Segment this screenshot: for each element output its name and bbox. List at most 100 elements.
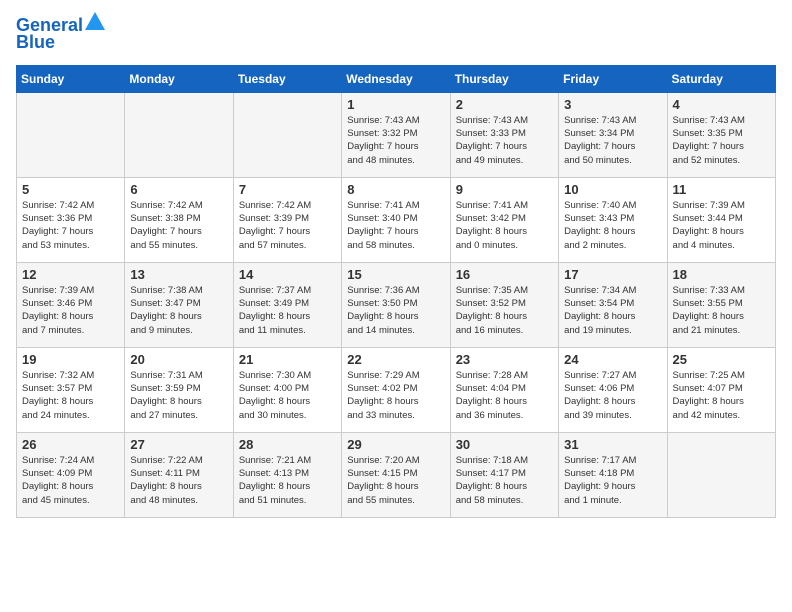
day-info: Sunrise: 7:40 AM Sunset: 3:43 PM Dayligh… <box>564 199 661 252</box>
logo-icon <box>85 12 105 32</box>
day-cell: 5Sunrise: 7:42 AM Sunset: 3:36 PM Daylig… <box>17 177 125 262</box>
day-number: 31 <box>564 437 661 452</box>
day-info: Sunrise: 7:29 AM Sunset: 4:02 PM Dayligh… <box>347 369 444 422</box>
day-cell: 4 Sunrise: 7:43 AM Sunset: 3:35 PM Daylig… <box>667 92 775 177</box>
day-number: 1 <box>347 97 444 112</box>
day-number: 7 <box>239 182 336 197</box>
calendar-table: SundayMondayTuesdayWednesdayThursdayFrid… <box>16 65 776 518</box>
header-saturday: Saturday <box>667 65 775 92</box>
day-info: Sunrise: 7:28 AM Sunset: 4:04 PM Dayligh… <box>456 369 553 422</box>
day-number: 20 <box>130 352 227 367</box>
page-header: General Blue <box>16 16 776 53</box>
day-cell <box>17 92 125 177</box>
calendar-header-row: SundayMondayTuesdayWednesdayThursdayFrid… <box>17 65 776 92</box>
day-number: 29 <box>347 437 444 452</box>
day-number: 26 <box>22 437 119 452</box>
day-info: Sunrise: 7:24 AM Sunset: 4:09 PM Dayligh… <box>22 454 119 507</box>
week-row-2: 12 Sunrise: 7:39 AM Sunset: 3:46 PM Dayli… <box>17 262 776 347</box>
day-info: Sunrise: 7:42 AM Sunset: 3:39 PM Dayligh… <box>239 199 336 252</box>
day-cell: 21 Sunrise: 7:30 AM Sunset: 4:00 PM Dayli… <box>233 347 341 432</box>
day-number: 18 <box>673 267 770 282</box>
day-info: Sunrise: 7:22 AM Sunset: 4:11 PM Dayligh… <box>130 454 227 507</box>
day-info: Sunrise: 7:37 AM Sunset: 3:49 PM Dayligh… <box>239 284 336 337</box>
day-info: Sunrise: 7:17 AM Sunset: 4:18 PM Dayligh… <box>564 454 661 507</box>
day-number: 30 <box>456 437 553 452</box>
header-sunday: Sunday <box>17 65 125 92</box>
day-number: 16 <box>456 267 553 282</box>
day-number: 12 <box>22 267 119 282</box>
day-number: 21 <box>239 352 336 367</box>
header-friday: Friday <box>559 65 667 92</box>
day-info: Sunrise: 7:39 AM Sunset: 3:46 PM Dayligh… <box>22 284 119 337</box>
day-cell: 22Sunrise: 7:29 AM Sunset: 4:02 PM Dayli… <box>342 347 450 432</box>
day-cell: 18 Sunrise: 7:33 AM Sunset: 3:55 PM Dayli… <box>667 262 775 347</box>
day-cell: 12 Sunrise: 7:39 AM Sunset: 3:46 PM Dayli… <box>17 262 125 347</box>
week-row-1: 5Sunrise: 7:42 AM Sunset: 3:36 PM Daylig… <box>17 177 776 262</box>
day-info: Sunrise: 7:38 AM Sunset: 3:47 PM Dayligh… <box>130 284 227 337</box>
day-cell: 6 Sunrise: 7:42 AM Sunset: 3:38 PM Daylig… <box>125 177 233 262</box>
day-number: 28 <box>239 437 336 452</box>
day-number: 11 <box>673 182 770 197</box>
day-info: Sunrise: 7:43 AM Sunset: 3:34 PM Dayligh… <box>564 114 661 167</box>
day-info: Sunrise: 7:18 AM Sunset: 4:17 PM Dayligh… <box>456 454 553 507</box>
day-info: Sunrise: 7:20 AM Sunset: 4:15 PM Dayligh… <box>347 454 444 507</box>
day-cell <box>233 92 341 177</box>
day-info: Sunrise: 7:32 AM Sunset: 3:57 PM Dayligh… <box>22 369 119 422</box>
day-info: Sunrise: 7:27 AM Sunset: 4:06 PM Dayligh… <box>564 369 661 422</box>
day-number: 14 <box>239 267 336 282</box>
day-number: 3 <box>564 97 661 112</box>
day-number: 27 <box>130 437 227 452</box>
day-info: Sunrise: 7:43 AM Sunset: 3:32 PM Dayligh… <box>347 114 444 167</box>
day-number: 10 <box>564 182 661 197</box>
day-cell: 26 Sunrise: 7:24 AM Sunset: 4:09 PM Dayli… <box>17 432 125 517</box>
header-thursday: Thursday <box>450 65 558 92</box>
header-monday: Monday <box>125 65 233 92</box>
day-cell <box>667 432 775 517</box>
day-cell: 2Sunrise: 7:43 AM Sunset: 3:33 PM Daylig… <box>450 92 558 177</box>
day-cell: 25 Sunrise: 7:25 AM Sunset: 4:07 PM Dayli… <box>667 347 775 432</box>
day-number: 8 <box>347 182 444 197</box>
week-row-0: 1 Sunrise: 7:43 AM Sunset: 3:32 PM Daylig… <box>17 92 776 177</box>
day-cell: 23 Sunrise: 7:28 AM Sunset: 4:04 PM Dayli… <box>450 347 558 432</box>
day-info: Sunrise: 7:42 AM Sunset: 3:36 PM Dayligh… <box>22 199 119 252</box>
day-cell: 24 Sunrise: 7:27 AM Sunset: 4:06 PM Dayli… <box>559 347 667 432</box>
day-info: Sunrise: 7:30 AM Sunset: 4:00 PM Dayligh… <box>239 369 336 422</box>
week-row-3: 19 Sunrise: 7:32 AM Sunset: 3:57 PM Dayli… <box>17 347 776 432</box>
day-cell: 11 Sunrise: 7:39 AM Sunset: 3:44 PM Dayli… <box>667 177 775 262</box>
day-number: 9 <box>456 182 553 197</box>
day-cell: 28Sunrise: 7:21 AM Sunset: 4:13 PM Dayli… <box>233 432 341 517</box>
day-cell: 9 Sunrise: 7:41 AM Sunset: 3:42 PM Daylig… <box>450 177 558 262</box>
day-info: Sunrise: 7:33 AM Sunset: 3:55 PM Dayligh… <box>673 284 770 337</box>
day-cell: 29 Sunrise: 7:20 AM Sunset: 4:15 PM Dayli… <box>342 432 450 517</box>
day-info: Sunrise: 7:42 AM Sunset: 3:38 PM Dayligh… <box>130 199 227 252</box>
day-cell: 1 Sunrise: 7:43 AM Sunset: 3:32 PM Daylig… <box>342 92 450 177</box>
day-info: Sunrise: 7:43 AM Sunset: 3:33 PM Dayligh… <box>456 114 553 167</box>
logo: General Blue <box>16 16 105 53</box>
day-cell: 13Sunrise: 7:38 AM Sunset: 3:47 PM Dayli… <box>125 262 233 347</box>
day-info: Sunrise: 7:25 AM Sunset: 4:07 PM Dayligh… <box>673 369 770 422</box>
day-number: 25 <box>673 352 770 367</box>
header-wednesday: Wednesday <box>342 65 450 92</box>
day-cell: 15Sunrise: 7:36 AM Sunset: 3:50 PM Dayli… <box>342 262 450 347</box>
day-number: 23 <box>456 352 553 367</box>
day-info: Sunrise: 7:39 AM Sunset: 3:44 PM Dayligh… <box>673 199 770 252</box>
day-info: Sunrise: 7:34 AM Sunset: 3:54 PM Dayligh… <box>564 284 661 337</box>
day-number: 19 <box>22 352 119 367</box>
day-info: Sunrise: 7:43 AM Sunset: 3:35 PM Dayligh… <box>673 114 770 167</box>
day-number: 17 <box>564 267 661 282</box>
day-cell: 3 Sunrise: 7:43 AM Sunset: 3:34 PM Daylig… <box>559 92 667 177</box>
day-cell: 19 Sunrise: 7:32 AM Sunset: 3:57 PM Dayli… <box>17 347 125 432</box>
header-tuesday: Tuesday <box>233 65 341 92</box>
day-number: 24 <box>564 352 661 367</box>
day-info: Sunrise: 7:31 AM Sunset: 3:59 PM Dayligh… <box>130 369 227 422</box>
day-number: 6 <box>130 182 227 197</box>
day-cell: 8Sunrise: 7:41 AM Sunset: 3:40 PM Daylig… <box>342 177 450 262</box>
day-cell: 31 Sunrise: 7:17 AM Sunset: 4:18 PM Dayli… <box>559 432 667 517</box>
day-info: Sunrise: 7:35 AM Sunset: 3:52 PM Dayligh… <box>456 284 553 337</box>
day-info: Sunrise: 7:41 AM Sunset: 3:42 PM Dayligh… <box>456 199 553 252</box>
day-number: 4 <box>673 97 770 112</box>
day-number: 15 <box>347 267 444 282</box>
day-cell: 10 Sunrise: 7:40 AM Sunset: 3:43 PM Dayli… <box>559 177 667 262</box>
day-cell: 17 Sunrise: 7:34 AM Sunset: 3:54 PM Dayli… <box>559 262 667 347</box>
day-cell <box>125 92 233 177</box>
